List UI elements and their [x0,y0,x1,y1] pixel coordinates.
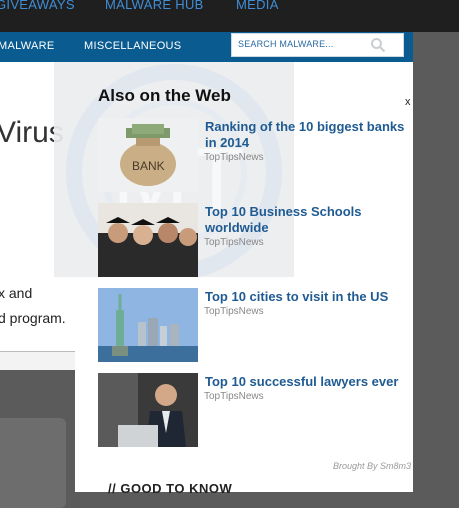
article-text-line: d program. [0,310,66,326]
widget-item-source: TopTipsNews [204,152,264,163]
dimmed-sidebar [0,370,75,508]
dimmed-panel [0,418,66,508]
search-input[interactable]: SEARCH MALWARE... [231,33,404,57]
top-bar: GIVEAWAYS MALWARE HUB MEDIA [0,0,459,32]
top-nav-giveaways[interactable]: GIVEAWAYS [0,0,75,12]
widget-title: Also on the Web [98,86,231,105]
dimmed-overlay [413,32,459,492]
widget-item-title[interactable]: Top 10 Business Schools worldwide [205,204,410,236]
search-placeholder: SEARCH MALWARE... [238,39,334,49]
widget-credit[interactable]: Brought By Sm8m3 [333,461,411,471]
top-nav-media[interactable]: MEDIA [236,0,279,12]
widget-item-source: TopTipsNews [204,391,264,402]
graduates-image[interactable] [98,203,198,277]
widget-item-source: TopTipsNews [204,306,264,317]
section-heading: // GOOD TO KNOW [108,481,233,496]
search-icon[interactable] [370,37,386,53]
svg-text:BANK: BANK [132,159,165,173]
close-icon[interactable]: x [405,96,411,108]
main-nav-malware[interactable]: MALWARE [0,40,55,52]
widget-item-source: TopTipsNews [204,237,264,248]
top-nav-malware-hub[interactable]: MALWARE HUB [105,0,204,12]
article-text-line: x and [0,285,33,301]
widget-item-title[interactable]: Ranking of the 10 biggest banks in 2014 [205,119,410,151]
widget-item-title[interactable]: Top 10 cities to visit in the US [205,289,410,305]
divider [0,351,75,372]
statue-of-liberty-image[interactable] [98,288,198,362]
widget-item-title[interactable]: Top 10 successful lawyers ever [205,374,410,390]
bank-moneybag-image[interactable]: BANK [98,118,198,192]
main-nav-miscellaneous[interactable]: MISCELLANEOUS [84,40,181,52]
businessman-image[interactable] [98,373,198,447]
